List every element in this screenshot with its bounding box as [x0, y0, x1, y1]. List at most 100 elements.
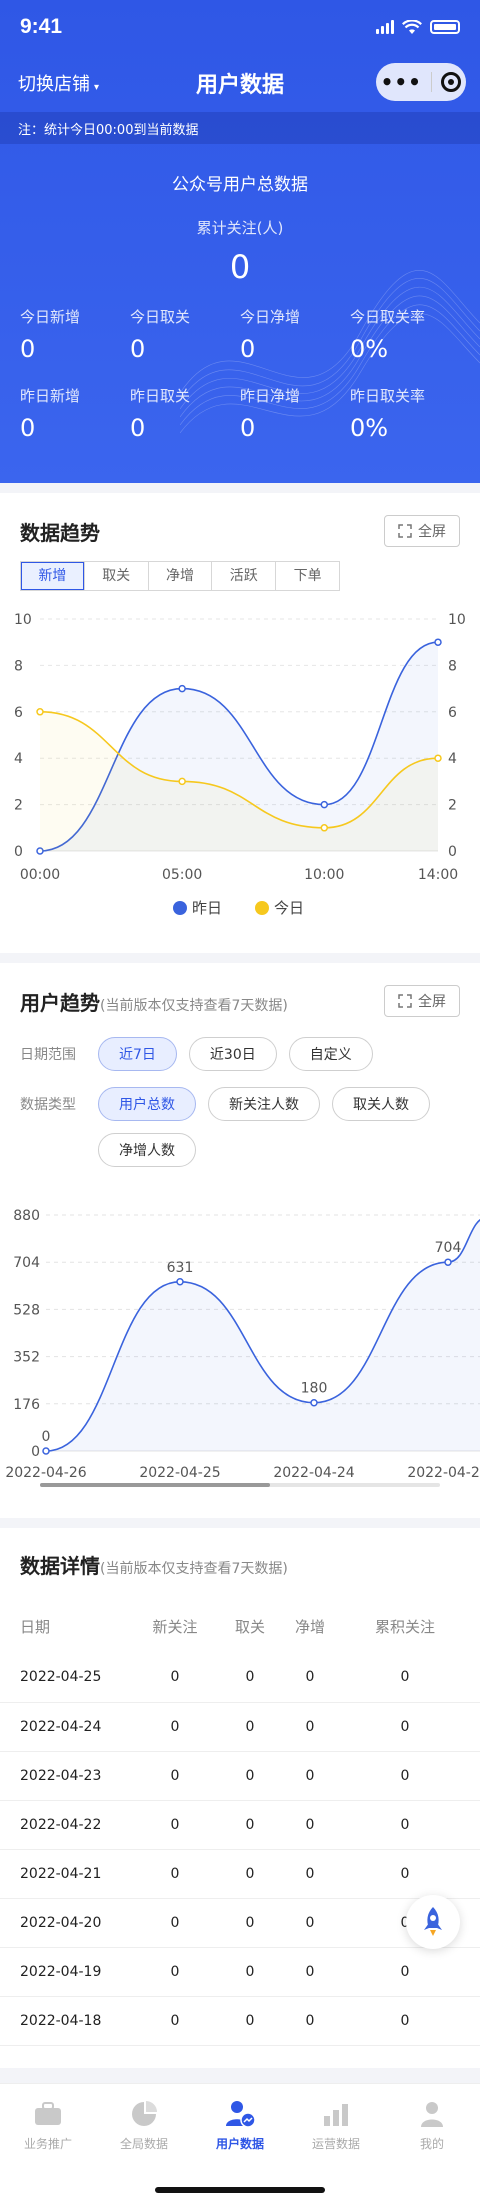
cell: 0 [339, 1751, 480, 1801]
data-point [310, 1398, 318, 1407]
cell: 0 [279, 1800, 340, 1850]
tab-label: 我的 [419, 2136, 444, 2151]
tab-business[interactable]: 业务推广 [0, 2099, 96, 2152]
data-point [434, 638, 442, 646]
fullscreen-button[interactable]: 全屏 [384, 985, 460, 1017]
rocket-button[interactable] [406, 1895, 460, 1949]
cell: 0 [130, 1653, 220, 1703]
stat-today-new: 今日新增 0 [20, 306, 130, 363]
status-icons [376, 19, 460, 35]
cell: 0 [339, 1702, 480, 1752]
y-tick-label-right: 6 [448, 705, 457, 721]
card-header: 数据详情(当前版本仅支持查看7天数据) [0, 1528, 480, 1579]
data-trend-title: 数据趋势 [20, 520, 100, 545]
table-row: 2022-04-22 0 0 0 0 [0, 1800, 480, 1850]
legend-label: 今日 [274, 899, 304, 917]
cell: 0 [279, 1898, 340, 1948]
x-tick-label: 10:00 [304, 867, 344, 883]
type-unfollow-chip[interactable]: 取关人数 [332, 1087, 430, 1121]
cell: 0 [219, 1800, 280, 1850]
cell: 0 [219, 1996, 280, 2046]
data-trend-card: 数据趋势 全屏 新增 取关 净增 活跃 下单 0 0 2 2 4 4 6 6 8 8 10 10 00:… [0, 493, 480, 953]
cell: 0 [130, 1849, 220, 1899]
details-title-text: 数据详情 [20, 1554, 100, 1578]
cell: 0 [130, 1996, 220, 2046]
tab-global[interactable]: 全局数据 [96, 2099, 192, 2152]
caret-icon: ▾ [94, 81, 100, 93]
cell: 0 [219, 1947, 280, 1997]
user-trend-title: 用户趋势(当前版本仅支持查看7天数据) [20, 987, 288, 1016]
y-tick-label-right: 0 [448, 844, 457, 860]
legend-marker [255, 901, 269, 915]
tab-mine[interactable]: 我的 [384, 2099, 480, 2152]
stat-label: 昨日取关 [130, 387, 191, 405]
y-tick-label-right: 4 [448, 751, 457, 767]
data-label: 0 [42, 1429, 51, 1445]
switch-store-button[interactable]: 切换店铺 ▾ [18, 70, 99, 96]
nav-bar: 切换店铺 ▾ 用户数据 ••• [0, 54, 480, 112]
tab-user-data[interactable]: 用户数据 [192, 2099, 288, 2152]
x-tick-label: 2022-04-24 [273, 1465, 354, 1481]
y-tick-label-right: 8 [448, 658, 457, 674]
tab-label: 运营数据 [311, 2136, 360, 2151]
tab-list: 业务推广 全局数据 用户数据 运营数据 我的 [0, 2084, 480, 2166]
tab-unfollow[interactable]: 取关 [85, 562, 149, 590]
tab-label: 业务推广 [23, 2136, 72, 2151]
bar-chart-icon [321, 2099, 351, 2129]
stat-label: 昨日取关率 [350, 387, 426, 405]
battery-icon [430, 20, 460, 34]
tab-new[interactable]: 新增 [21, 562, 85, 590]
fullscreen-button[interactable]: 全屏 [384, 515, 460, 547]
cell: 0 [279, 1653, 340, 1703]
cell: 0 [339, 1849, 480, 1899]
type-net-chip[interactable]: 净增人数 [98, 1133, 196, 1167]
date-7d-chip[interactable]: 近7日 [98, 1037, 177, 1071]
cell: 0 [279, 1996, 340, 2046]
tab-active[interactable]: 活跃 [212, 562, 277, 590]
y-tick-label: 528 [13, 1302, 40, 1318]
cumulative-label: 累计关注(人) [196, 219, 284, 237]
status-bar: 9:41 [0, 0, 480, 54]
tab-operations[interactable]: 运营数据 [288, 2099, 384, 2152]
more-icon[interactable]: ••• [381, 70, 422, 94]
data-label: 704 [435, 1240, 462, 1256]
y-tick-label-left: 6 [14, 705, 23, 721]
data-trend-chart: 0 0 2 2 4 4 6 6 8 8 10 10 00:00 05:00 10:00 14:00 昨日 今日 [14, 612, 466, 917]
col-new: 新关注 [152, 1617, 198, 1636]
cell: 0 [339, 1996, 480, 2046]
y-tick-label: 0 [31, 1444, 40, 1460]
x-tick-label: 14:00 [418, 867, 458, 883]
cell: 0 [130, 1947, 220, 1997]
legend-label: 昨日 [192, 899, 222, 917]
cell: 0 [219, 1898, 280, 1948]
x-tick-label: 2022-04-23 [407, 1465, 480, 1481]
user-trend-card: 用户趋势(当前版本仅支持查看7天数据) 全屏 日期范围 近7日 近30日 自定义… [0, 963, 480, 1518]
cell: 0 [130, 1800, 220, 1850]
tab-order[interactable]: 下单 [276, 562, 339, 590]
cell: 0 [339, 1653, 480, 1703]
cell: 2022-04-22 [0, 1800, 130, 1850]
chart-scrollbar[interactable] [40, 1483, 440, 1487]
cell: 0 [219, 1653, 280, 1703]
type-total-chip[interactable]: 用户总数 [98, 1087, 196, 1121]
tab-net[interactable]: 净增 [149, 562, 213, 590]
y-tick-label-right: 2 [448, 798, 457, 814]
summary-title: 公众号用户总数据 [172, 175, 308, 195]
type-new-chip[interactable]: 新关注人数 [208, 1087, 320, 1121]
page: 9:41 切换店铺 ▾ 用户数据 ••• 注：统计今日00:00到当前数据 公众… [0, 0, 480, 2203]
stat-value: 0 [20, 414, 36, 442]
user-trend-chart: 01763525287048802022-04-26 2022-04-25 2022… [5, 1208, 480, 1481]
data-point [36, 708, 44, 716]
cell: 2022-04-23 [0, 1751, 130, 1801]
col-date: 日期 [20, 1617, 51, 1636]
data-point [176, 1278, 184, 1286]
date-30d-chip[interactable]: 近30日 [188, 1037, 277, 1071]
x-tick-label: 2022-04-26 [5, 1465, 86, 1481]
y-tick-label-left: 4 [14, 751, 23, 767]
y-tick-label-left: 2 [14, 798, 23, 814]
chart-scrollbar-thumb[interactable] [40, 1483, 270, 1487]
close-miniapp-icon[interactable] [441, 72, 462, 92]
legend-marker [173, 901, 187, 915]
col-net: 净增 [294, 1617, 325, 1636]
date-custom-chip[interactable]: 自定义 [288, 1037, 373, 1071]
